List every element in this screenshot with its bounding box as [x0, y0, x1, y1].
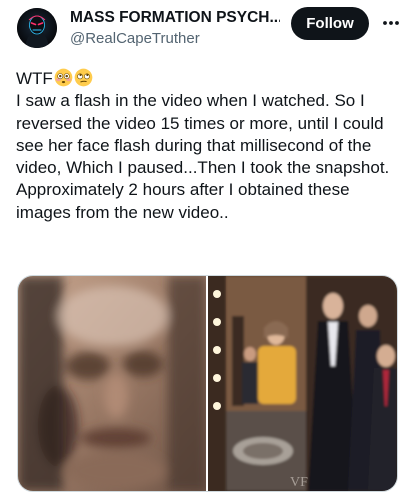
media-image-mirror-room[interactable]: VF	[208, 276, 397, 491]
more-horizontal-icon	[383, 21, 399, 25]
tweet-body: I saw a flash in the video when I watche…	[16, 91, 390, 222]
tweet-header: MASS FORMATION PSYCH... @RealCapeTruther…	[0, 0, 413, 64]
author-avatar[interactable]	[17, 8, 57, 48]
masked-figure-avatar-icon	[17, 8, 57, 48]
tweet-wtf-text: WTF	[16, 69, 53, 88]
media-watermark: VF	[290, 475, 308, 490]
flushed-face-emoji-icon	[54, 68, 73, 87]
tweet-first-line: WTF	[16, 68, 401, 90]
media-image-face-closeup[interactable]	[18, 276, 206, 491]
mirror-room-image: VF	[208, 276, 397, 491]
author-display-name[interactable]: MASS FORMATION PSYCH...	[70, 9, 280, 27]
face-with-rolling-eyes-emoji-icon	[74, 68, 93, 87]
blurred-face-image	[18, 276, 206, 491]
tweet-text: WTF I saw a flash in the video when I wa…	[16, 68, 401, 224]
more-options-button[interactable]	[378, 10, 404, 36]
follow-button[interactable]: Follow	[291, 7, 369, 40]
author-handle[interactable]: @RealCapeTruther	[70, 30, 200, 48]
tweet-media-grid[interactable]: VF	[17, 275, 398, 492]
